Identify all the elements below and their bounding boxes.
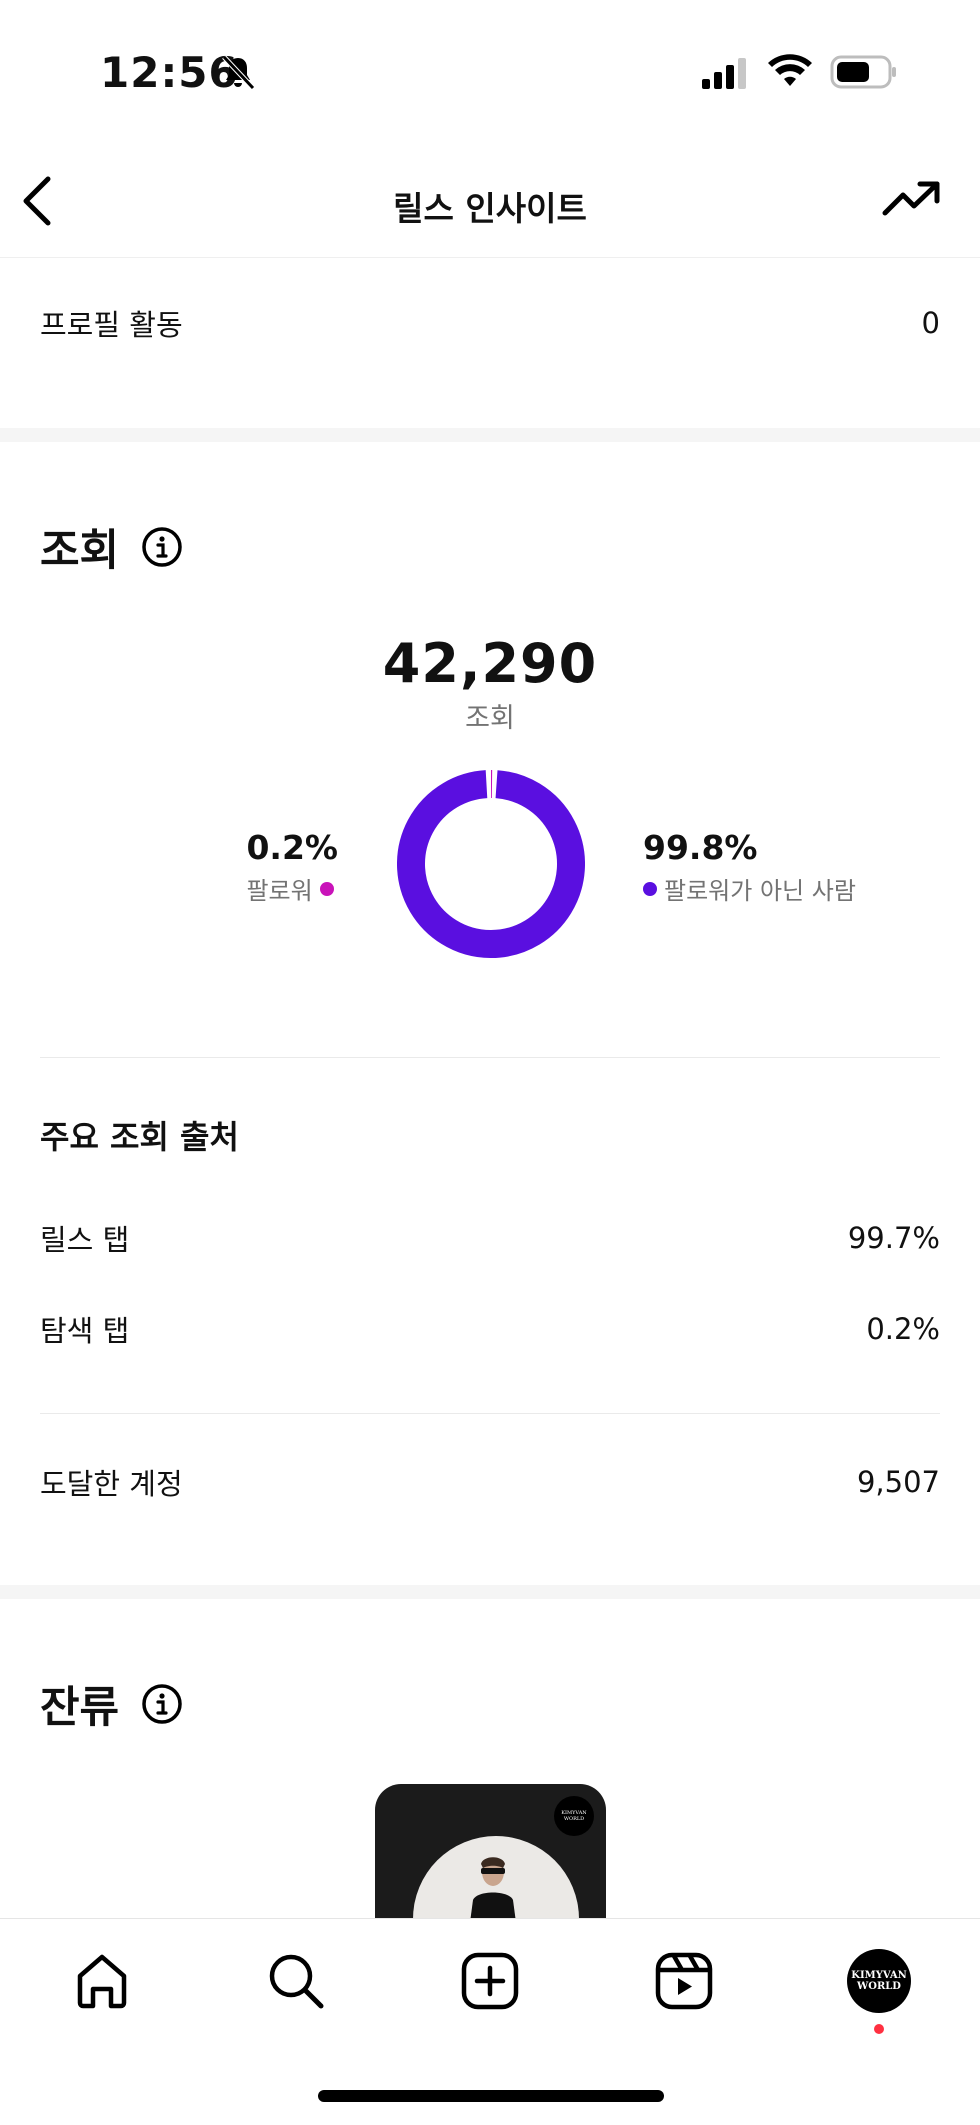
info-icon[interactable] bbox=[141, 526, 183, 568]
thumbnail-logo: KIMYVAN WORLD bbox=[554, 1796, 594, 1836]
reels-icon bbox=[655, 1952, 713, 2010]
section-divider bbox=[0, 428, 980, 442]
reached-accounts-value: 9,507 bbox=[856, 1465, 940, 1499]
divider bbox=[40, 1057, 940, 1058]
battery-icon bbox=[830, 55, 896, 89]
create-tab[interactable] bbox=[458, 1949, 522, 2013]
reached-accounts-label: 도달한 계정 bbox=[40, 1467, 183, 1501]
source-value: 99.7% bbox=[847, 1221, 940, 1255]
non-followers-pct: 99.8% bbox=[643, 828, 758, 867]
non-followers-label: 팔로워가 아닌 사람 bbox=[664, 877, 856, 905]
notification-dot bbox=[874, 2024, 884, 2034]
non-followers-legend-dot bbox=[643, 881, 657, 896]
profile-activity-row: 프로필 활동 0 bbox=[40, 302, 940, 344]
create-icon bbox=[461, 1952, 519, 2010]
profile-avatar[interactable]: KIMYVAN WORLD bbox=[847, 1949, 911, 2013]
top-sources-title: 주요 조회 출처 bbox=[40, 1118, 239, 1156]
divider bbox=[40, 1413, 940, 1414]
views-title: 조회 bbox=[40, 526, 120, 576]
followers-stat: 0.2% 팔로워 bbox=[246, 828, 338, 906]
source-label: 탐색 탭 bbox=[40, 1314, 130, 1348]
source-value: 0.2% bbox=[866, 1312, 940, 1346]
nav-header: 릴스 인사이트 bbox=[0, 140, 980, 258]
search-icon bbox=[269, 1954, 324, 2009]
non-followers-stat: 99.8% 팔로워가 아닌 사람 bbox=[643, 828, 856, 906]
views-total: 42,290 bbox=[382, 632, 598, 695]
cellular-signal-icon bbox=[702, 58, 746, 89]
retention-title: 잔류 bbox=[40, 1683, 120, 1733]
reels-tab[interactable] bbox=[652, 1949, 716, 2013]
home-tab[interactable] bbox=[70, 1949, 134, 2013]
views-section-title: 조회 bbox=[40, 516, 183, 578]
retention-section-title: 잔류 bbox=[40, 1673, 183, 1735]
source-label: 릴스 탭 bbox=[40, 1223, 130, 1257]
page-title: 릴스 인사이트 bbox=[393, 189, 587, 228]
followers-label: 팔로워 bbox=[246, 877, 313, 905]
home-indicator bbox=[318, 2090, 664, 2102]
reached-accounts-row: 도달한 계정 9,507 bbox=[40, 1461, 940, 1503]
non-followers-segment bbox=[397, 770, 585, 958]
followers-pct: 0.2% bbox=[246, 828, 338, 867]
views-total-label: 조회 bbox=[465, 703, 515, 734]
home-icon bbox=[77, 1954, 127, 2009]
source-row: 릴스 탭 99.7% bbox=[40, 1217, 940, 1259]
source-row: 탐색 탭 0.2% bbox=[40, 1308, 940, 1350]
person-image bbox=[470, 1857, 516, 1919]
search-tab[interactable] bbox=[264, 1949, 328, 2013]
trending-up-icon[interactable] bbox=[882, 180, 942, 220]
views-donut-chart bbox=[397, 770, 585, 958]
bell-muted-icon bbox=[222, 55, 255, 90]
followers-legend-dot bbox=[319, 881, 334, 896]
profile-activity-value: 0 bbox=[921, 306, 940, 340]
reel-thumbnail[interactable]: KIMYVAN WORLD bbox=[375, 1784, 606, 1919]
info-icon[interactable] bbox=[141, 1683, 183, 1725]
section-divider bbox=[0, 1585, 980, 1599]
status-bar: 12:56 bbox=[0, 0, 980, 140]
wifi-icon bbox=[768, 54, 812, 86]
profile-activity-label: 프로필 활동 bbox=[40, 308, 183, 342]
